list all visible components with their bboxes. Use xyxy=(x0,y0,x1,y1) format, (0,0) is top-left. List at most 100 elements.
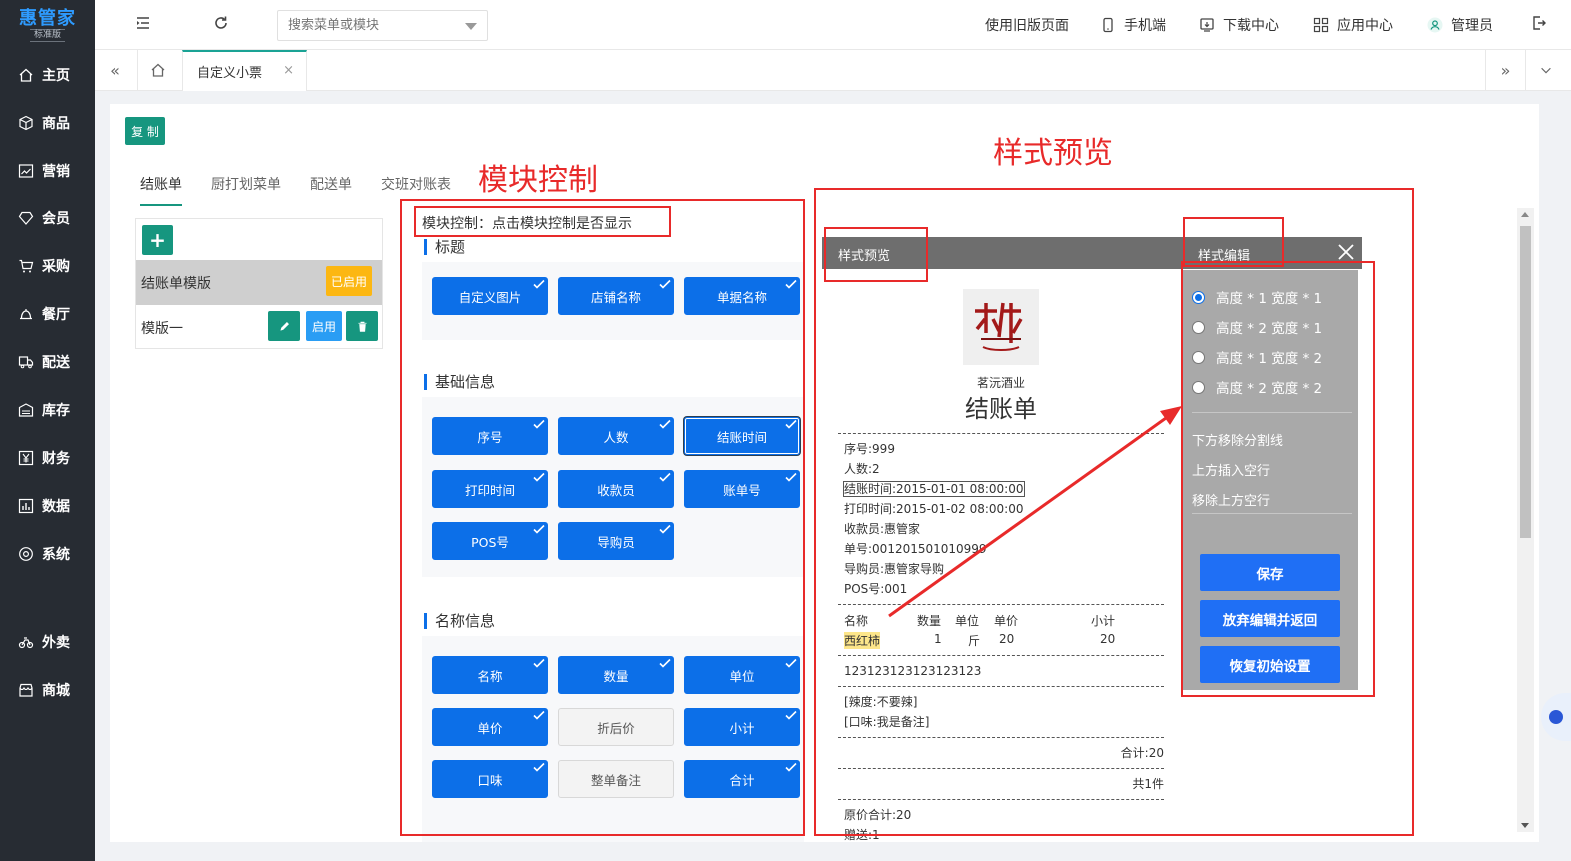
sidebar-item-label: 配送 xyxy=(42,355,70,371)
receipt-info-text[interactable]: 结账时间:2015-01-01 08:00:00 xyxy=(843,481,1025,497)
reset-defaults-button[interactable]: 恢复初始设置 xyxy=(1200,646,1340,683)
scroll-tabs-right-icon[interactable]: » xyxy=(1485,50,1525,90)
tab-delivery-ticket[interactable]: 配送单 xyxy=(310,174,352,206)
enable-template-button[interactable]: 启用 xyxy=(306,311,342,341)
radio-circle-icon[interactable] xyxy=(1192,320,1205,334)
app-center-link[interactable]: 应用中心 xyxy=(1313,15,1393,35)
divider xyxy=(1192,513,1352,514)
chevron-down-icon[interactable] xyxy=(465,23,477,30)
bell-icon xyxy=(20,309,32,320)
module-toggle-button[interactable]: 整单备注 xyxy=(558,760,674,798)
sidebar-item-cart[interactable]: 采购 xyxy=(0,246,95,286)
sidebar-item-settings[interactable]: 系统 xyxy=(0,534,95,574)
mobile-link[interactable]: 手机端 xyxy=(1100,15,1166,35)
sidebar-item-label: 主页 xyxy=(42,68,70,84)
divider xyxy=(1192,412,1352,413)
discard-edit-button[interactable]: 放弃编辑并返回 xyxy=(1200,600,1340,637)
sidebar-item-bar-chart[interactable]: 数据 xyxy=(0,486,95,526)
module-toggle-button[interactable]: 人数 xyxy=(558,417,674,455)
menu-collapse-icon[interactable] xyxy=(135,15,159,31)
check-icon xyxy=(533,762,545,772)
assistant-bubble-icon[interactable] xyxy=(1541,693,1571,741)
module-section-title: 基础信息 xyxy=(424,374,495,390)
tab-checkout-bill[interactable]: 结账单 xyxy=(140,174,182,206)
bike-icon xyxy=(18,637,34,649)
sidebar-item-shop[interactable]: 商城 xyxy=(0,670,95,710)
receipt-info-text: 单号:001201501010999 xyxy=(844,542,987,556)
remove-blank-above-link[interactable]: 移除上方空行 xyxy=(1192,490,1270,509)
scroll-up-icon[interactable] xyxy=(1521,212,1529,217)
module-toggle-button[interactable]: 小计 xyxy=(684,708,800,746)
scrollbar-thumb[interactable] xyxy=(1520,226,1531,538)
module-toggle-button[interactable]: 数量 xyxy=(558,656,674,694)
check-icon xyxy=(785,419,797,429)
download-center-link[interactable]: 下载中心 xyxy=(1199,15,1279,35)
tab-custom-receipt[interactable]: 自定义小票 × xyxy=(182,50,307,91)
sidebar-item-box[interactable]: 商品 xyxy=(0,103,95,143)
home-tab-icon[interactable] xyxy=(137,50,177,90)
add-template-button[interactable]: + xyxy=(142,225,173,255)
count-line: 共1件 xyxy=(1132,777,1164,791)
download-icon xyxy=(1200,18,1214,32)
module-toggle-button[interactable]: POS号 xyxy=(432,522,548,560)
module-toggle-button[interactable]: 名称 xyxy=(432,656,548,694)
remove-divider-below-link[interactable]: 下方移除分割线 xyxy=(1192,430,1283,449)
user-menu[interactable]: 管理员 xyxy=(1427,15,1493,35)
module-toggle-label: 收款员 xyxy=(597,482,635,498)
tab-menu-chevron-icon[interactable] xyxy=(1525,50,1565,90)
module-toggle-button[interactable]: 合计 xyxy=(684,760,800,798)
module-toggle-button[interactable]: 单价 xyxy=(432,708,548,746)
scroll-tabs-left-icon[interactable]: « xyxy=(95,50,135,90)
module-toggle-button[interactable]: 折后价 xyxy=(558,708,674,746)
menu-search[interactable] xyxy=(277,10,488,41)
sidebar-item-yen[interactable]: 财务 xyxy=(0,438,95,478)
logout-icon[interactable] xyxy=(1531,15,1555,31)
size-option-radio[interactable]: 高度 * 2 宽度 * 2 xyxy=(1192,377,1322,397)
module-toggle-button[interactable]: 导购员 xyxy=(558,522,674,560)
search-input[interactable] xyxy=(278,11,458,40)
size-option-radio[interactable]: 高度 * 2 宽度 * 1 xyxy=(1192,317,1322,337)
sidebar-item-truck[interactable]: 配送 xyxy=(0,342,95,382)
copy-button[interactable]: 复 制 xyxy=(125,117,165,145)
size-option-radio[interactable]: 高度 * 1 宽度 * 1 xyxy=(1192,287,1322,307)
module-toggle-button[interactable]: 店铺名称 xyxy=(558,277,674,315)
refresh-icon[interactable] xyxy=(213,15,237,31)
module-toggle-button[interactable]: 结账时间 xyxy=(684,417,800,455)
insert-blank-above-link[interactable]: 上方插入空行 xyxy=(1192,460,1270,479)
module-toggle-button[interactable]: 账单号 xyxy=(684,470,800,508)
tab-bar: « 自定义小票 × » xyxy=(95,50,1571,91)
module-toggle-button[interactable]: 单位 xyxy=(684,656,800,694)
module-toggle-button[interactable]: 口味 xyxy=(432,760,548,798)
sidebar-item-diamond[interactable]: 会员 xyxy=(0,198,95,238)
template-item-default[interactable]: 结账单模版 已启用 xyxy=(136,260,382,305)
sidebar-item-label: 采购 xyxy=(42,259,70,275)
tab-kitchen-ticket[interactable]: 厨打划菜单 xyxy=(211,174,281,206)
sidebar-item-bell[interactable]: 餐厅 xyxy=(0,294,95,334)
sidebar-item-chart[interactable]: 营销 xyxy=(0,151,95,191)
delete-template-button[interactable] xyxy=(346,311,378,341)
size-option-radio[interactable]: 高度 * 1 宽度 * 2 xyxy=(1192,347,1322,367)
module-toggle-button[interactable]: 自定义图片 xyxy=(432,277,548,315)
module-toggle-button[interactable]: 序号 xyxy=(432,417,548,455)
radio-circle-icon[interactable] xyxy=(1192,290,1205,304)
preview-title: 样式预览 xyxy=(838,249,891,264)
old-version-link[interactable]: 使用旧版页面 xyxy=(985,15,1069,35)
scrollbar[interactable] xyxy=(1517,208,1534,832)
close-tab-icon[interactable]: × xyxy=(283,63,294,78)
size-option-label: 高度 * 1 宽度 * 1 xyxy=(1216,291,1323,307)
sidebar-item-home[interactable]: 主页 xyxy=(0,55,95,95)
save-button[interactable]: 保存 xyxy=(1200,554,1340,591)
module-toggle-button[interactable]: 单据名称 xyxy=(684,277,800,315)
module-toggle-button[interactable]: 打印时间 xyxy=(432,470,548,508)
radio-circle-icon[interactable] xyxy=(1192,350,1205,364)
sidebar-item-warehouse[interactable]: 库存 xyxy=(0,390,95,430)
template-item-one[interactable]: 模版一 启用 xyxy=(136,305,382,350)
radio-circle-icon[interactable] xyxy=(1192,380,1205,394)
module-toggle-button[interactable]: 收款员 xyxy=(558,470,674,508)
receipt-info-line: 人数:2 xyxy=(844,459,1164,479)
close-icon[interactable] xyxy=(1336,242,1356,266)
scroll-down-icon[interactable] xyxy=(1521,823,1529,828)
mobile-label: 手机端 xyxy=(1124,18,1166,34)
sidebar-item-bike[interactable]: 外卖 xyxy=(0,622,95,662)
edit-template-button[interactable] xyxy=(268,311,300,341)
